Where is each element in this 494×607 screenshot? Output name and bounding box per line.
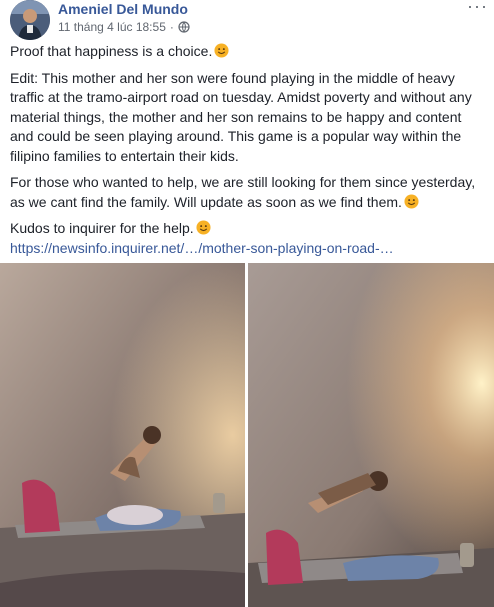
- post-paragraph: Edit: This mother and her son were found…: [10, 69, 472, 164]
- smiley-emoji-icon: [214, 43, 229, 58]
- post-body: Proof that happiness is a choice. Edit: …: [10, 42, 486, 258]
- photo-right[interactable]: [248, 263, 494, 607]
- photo-left[interactable]: [0, 263, 245, 607]
- smiley-emoji-icon: [196, 220, 211, 235]
- post-paragraph: Kudos to inquirer for the help.: [10, 219, 486, 239]
- photo-grid: [0, 263, 494, 607]
- meta-separator: ·: [169, 20, 174, 34]
- more-options-icon[interactable]: ···: [467, 0, 488, 17]
- paragraph-text: Kudos to inquirer for the help.: [10, 220, 194, 236]
- post-timestamp[interactable]: 11 tháng 4 lúc 18:55: [58, 20, 166, 34]
- article-link[interactable]: https://newsinfo.inquirer.net/…/mother-s…: [10, 239, 486, 259]
- author-name[interactable]: Ameniel Del Mundo: [58, 1, 188, 17]
- post-meta: 11 tháng 4 lúc 18:55 ·: [58, 20, 190, 34]
- avatar-image: [10, 0, 50, 40]
- post-header: Ameniel Del Mundo 11 tháng 4 lúc 18:55 ·…: [10, 0, 487, 40]
- avatar[interactable]: [10, 0, 50, 40]
- post-paragraph: For those who wanted to help, we are sti…: [10, 173, 486, 212]
- globe-icon[interactable]: [178, 21, 190, 33]
- post-paragraph: Proof that happiness is a choice.: [10, 42, 486, 62]
- photo-image: [0, 263, 245, 607]
- smiley-emoji-icon: [404, 193, 419, 209]
- photo-image: [248, 263, 494, 607]
- paragraph-text: Proof that happiness is a choice.: [10, 43, 213, 59]
